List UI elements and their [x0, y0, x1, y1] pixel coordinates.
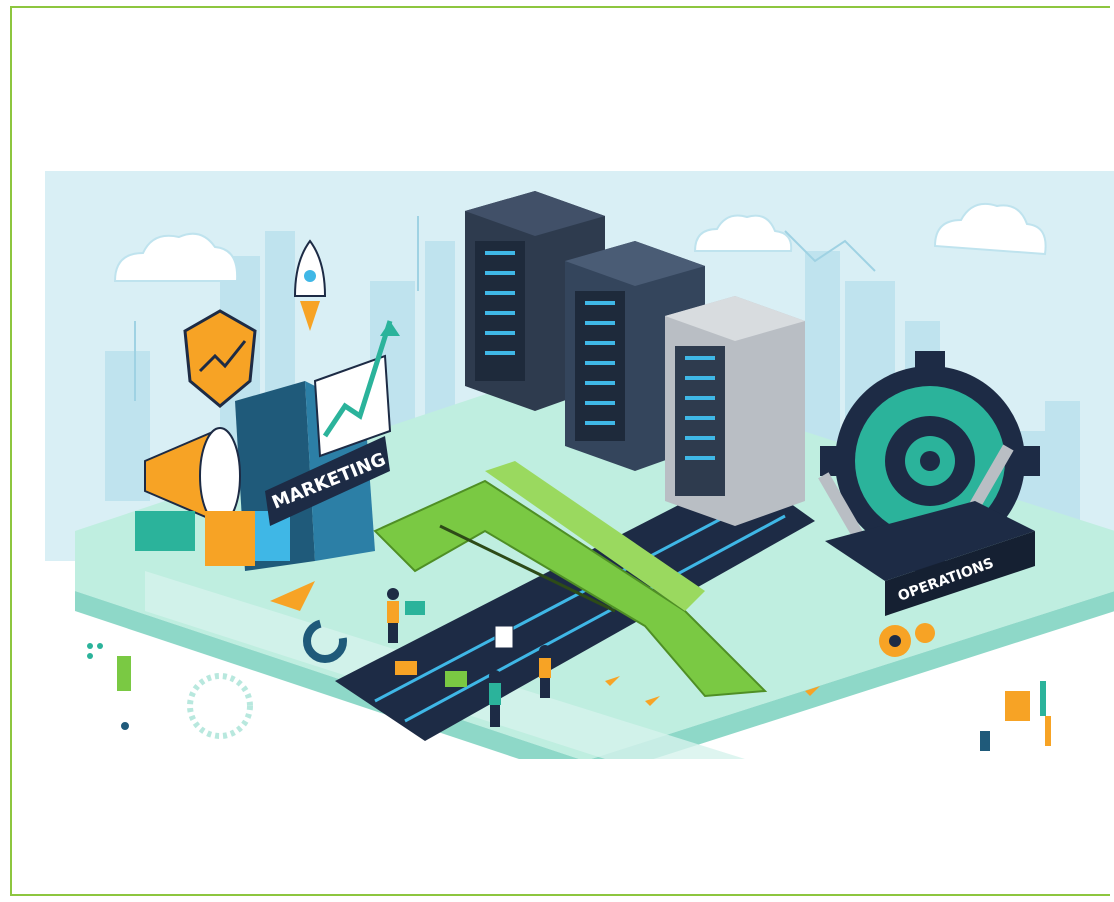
person-icon — [539, 645, 551, 698]
server-icon — [665, 296, 805, 526]
person-icon — [387, 588, 399, 643]
person-icon — [489, 670, 501, 727]
bar-chart-block — [205, 511, 255, 566]
image-frame: MARKETING OPERATIONS — [10, 6, 1114, 896]
small-gear-hub — [889, 635, 901, 647]
illustration-canvas: MARKETING OPERATIONS — [45, 171, 1114, 759]
isometric-illustration: MARKETING OPERATIONS — [45, 171, 1114, 759]
